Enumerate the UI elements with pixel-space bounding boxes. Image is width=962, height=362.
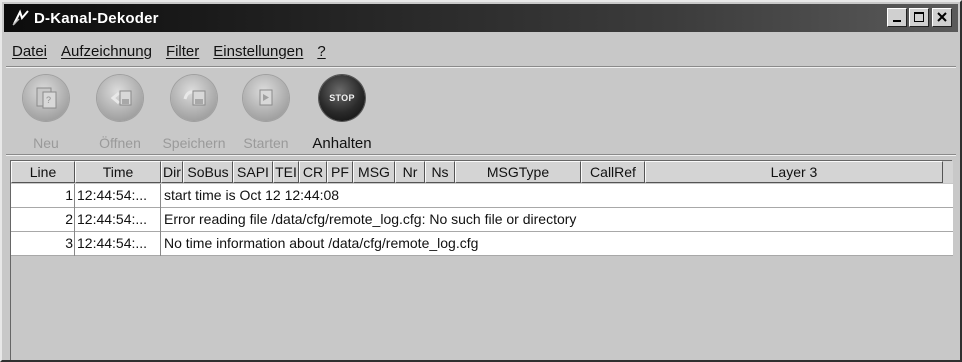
- cell-message: No time information about /data/cfg/remo…: [164, 234, 479, 251]
- stop-button[interactable]: STOP Anhalten: [304, 70, 380, 154]
- minimize-icon: [893, 20, 901, 22]
- menu-help[interactable]: ?: [317, 43, 325, 60]
- column-header-ns[interactable]: Ns: [425, 161, 455, 183]
- toolbar-separator: [6, 154, 956, 156]
- cell-line: 3: [11, 231, 75, 256]
- maximize-button[interactable]: [909, 8, 929, 27]
- cell-message: start time is Oct 12 12:44:08: [164, 186, 340, 203]
- column-header-callref[interactable]: CallRef: [581, 161, 645, 183]
- column-header-sapi[interactable]: SAPI: [233, 161, 273, 183]
- main-window: D-Kanal-Dekoder Datei Aufzeichnung Filte…: [0, 0, 962, 362]
- save-label: Speichern: [162, 135, 226, 151]
- cell-time: 12:44:54:...: [75, 207, 161, 232]
- cell-line: 2: [11, 207, 75, 232]
- log-table[interactable]: Line Time Dir SoBus SAPI TEI CR PF MSG N…: [10, 160, 953, 360]
- new-icon: ?: [23, 75, 69, 121]
- close-icon: [937, 12, 947, 22]
- new-label: Neu: [33, 135, 59, 151]
- column-header-msgtype[interactable]: MSGType: [455, 161, 581, 183]
- column-header-sobus[interactable]: SoBus: [183, 161, 233, 183]
- menu-datei[interactable]: Datei: [12, 43, 47, 60]
- table-row[interactable]: 2 12:44:54:... Error reading file /data/…: [11, 207, 953, 232]
- open-label: Öffnen: [99, 135, 141, 151]
- save-button[interactable]: Speichern: [156, 70, 232, 154]
- maximize-icon: [914, 12, 924, 22]
- column-header-dir[interactable]: Dir: [161, 161, 183, 183]
- column-header-time[interactable]: Time: [75, 161, 161, 183]
- window-title: D-Kanal-Dekoder: [34, 9, 159, 27]
- column-header-line[interactable]: Line: [11, 161, 75, 183]
- column-header-cr[interactable]: CR: [299, 161, 327, 183]
- toolbar: ? Neu Öffnen Speichern Starten STOP Anha…: [2, 70, 962, 154]
- stop-label: Anhalten: [312, 135, 372, 152]
- close-button[interactable]: [932, 8, 952, 27]
- menu-einstellungen[interactable]: Einstellungen: [213, 43, 303, 60]
- menu-separator: [6, 66, 956, 68]
- open-icon: [97, 75, 143, 121]
- menu-filter[interactable]: Filter: [166, 43, 199, 60]
- menu-aufzeichnung[interactable]: Aufzeichnung: [61, 43, 152, 60]
- column-header-msg[interactable]: MSG: [353, 161, 395, 183]
- menu-bar: Datei Aufzeichnung Filter Einstellungen …: [12, 40, 340, 62]
- table-header: Line Time Dir SoBus SAPI TEI CR PF MSG N…: [11, 161, 953, 183]
- start-button[interactable]: Starten: [228, 70, 304, 154]
- column-header-nr[interactable]: Nr: [395, 161, 425, 183]
- cell-line: 1: [11, 183, 75, 208]
- new-button[interactable]: ? Neu: [8, 70, 84, 154]
- column-header-pf[interactable]: PF: [327, 161, 353, 183]
- open-button[interactable]: Öffnen: [82, 70, 158, 154]
- stop-icon-text: STOP: [329, 93, 355, 103]
- start-icon: [243, 75, 289, 121]
- cell-time: 12:44:54:...: [75, 231, 161, 256]
- table-row[interactable]: 1 12:44:54:... start time is Oct 12 12:4…: [11, 183, 953, 208]
- table-row[interactable]: 3 12:44:54:... No time information about…: [11, 231, 953, 256]
- stop-icon: STOP: [319, 75, 365, 121]
- column-header-layer3[interactable]: Layer 3: [645, 161, 943, 183]
- column-header-tei[interactable]: TEI: [273, 161, 299, 183]
- app-icon: [10, 7, 32, 29]
- title-bar[interactable]: D-Kanal-Dekoder: [4, 4, 958, 32]
- cell-message: Error reading file /data/cfg/remote_log.…: [164, 210, 577, 227]
- svg-text:?: ?: [46, 95, 51, 105]
- save-icon: [171, 75, 217, 121]
- start-label: Starten: [243, 135, 289, 151]
- cell-time: 12:44:54:...: [75, 183, 161, 208]
- minimize-button[interactable]: [887, 8, 907, 27]
